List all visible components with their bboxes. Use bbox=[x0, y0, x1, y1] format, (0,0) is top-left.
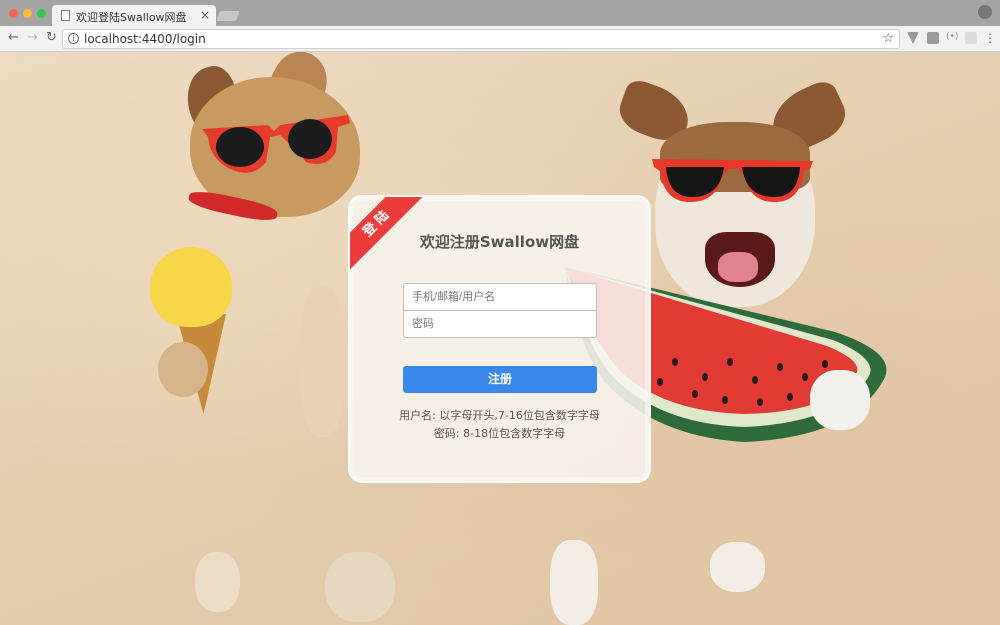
extension-filter-icon[interactable] bbox=[907, 32, 919, 44]
menu-icon[interactable]: ⋮ bbox=[984, 31, 996, 45]
page-icon bbox=[61, 10, 70, 21]
star-icon[interactable]: ☆ bbox=[882, 31, 894, 46]
minimize-window-button[interactable] bbox=[23, 9, 32, 18]
username-input[interactable] bbox=[403, 283, 597, 311]
back-icon[interactable]: ← bbox=[8, 30, 19, 45]
browser-toolbar: ← → ↻ i localhost:4400/login ☆ (•) ⋮ bbox=[0, 26, 1000, 52]
password-hint: 密码: 8-18位包含数字字母 bbox=[433, 427, 566, 440]
dog-paw bbox=[550, 540, 598, 625]
browser-tab[interactable]: 欢迎登陆Swallow网盘 × bbox=[52, 5, 216, 26]
sunglasses-icon bbox=[652, 159, 813, 202]
page-background: 登陆 欢迎注册Swallow网盘 注册 用户名: 以字母开头,7-16位包含数字… bbox=[0, 52, 1000, 625]
forward-icon[interactable]: → bbox=[27, 30, 38, 45]
extension-broadcast-icon[interactable]: (•) bbox=[946, 32, 958, 44]
dog-paw bbox=[810, 370, 870, 430]
profile-icon[interactable] bbox=[978, 5, 992, 19]
password-input[interactable] bbox=[403, 310, 597, 338]
close-window-button[interactable] bbox=[9, 9, 18, 18]
dog-paw bbox=[195, 552, 240, 612]
page-title: 欢迎注册Swallow网盘 bbox=[419, 233, 580, 251]
dog-paw bbox=[325, 552, 395, 622]
window-titlebar: 欢迎登陆Swallow网盘 × bbox=[0, 0, 1000, 26]
dog-paw bbox=[158, 342, 208, 397]
url-text[interactable]: localhost:4400/login bbox=[84, 32, 206, 46]
info-icon[interactable]: i bbox=[68, 33, 79, 44]
reload-icon[interactable]: ↻ bbox=[46, 30, 57, 45]
address-bar[interactable]: i localhost:4400/login ☆ bbox=[62, 29, 900, 49]
login-card: 登陆 欢迎注册Swallow网盘 注册 用户名: 以字母开头,7-16位包含数字… bbox=[348, 195, 651, 483]
extension-icon[interactable] bbox=[965, 32, 977, 44]
camera-icon[interactable] bbox=[927, 32, 939, 44]
tab-title: 欢迎登陆Swallow网盘 bbox=[76, 11, 187, 24]
ice-cream-scoop bbox=[150, 247, 232, 327]
new-tab-button[interactable] bbox=[216, 11, 240, 21]
tab-close-icon[interactable]: × bbox=[200, 8, 210, 22]
dog-paw bbox=[300, 287, 345, 437]
dog-paw bbox=[710, 542, 765, 592]
sunglasses-icon bbox=[202, 115, 350, 173]
register-button[interactable]: 注册 bbox=[403, 366, 597, 393]
maximize-window-button[interactable] bbox=[37, 9, 46, 18]
username-hint: 用户名: 以字母开头,7-16位包含数字字母 bbox=[399, 409, 600, 422]
